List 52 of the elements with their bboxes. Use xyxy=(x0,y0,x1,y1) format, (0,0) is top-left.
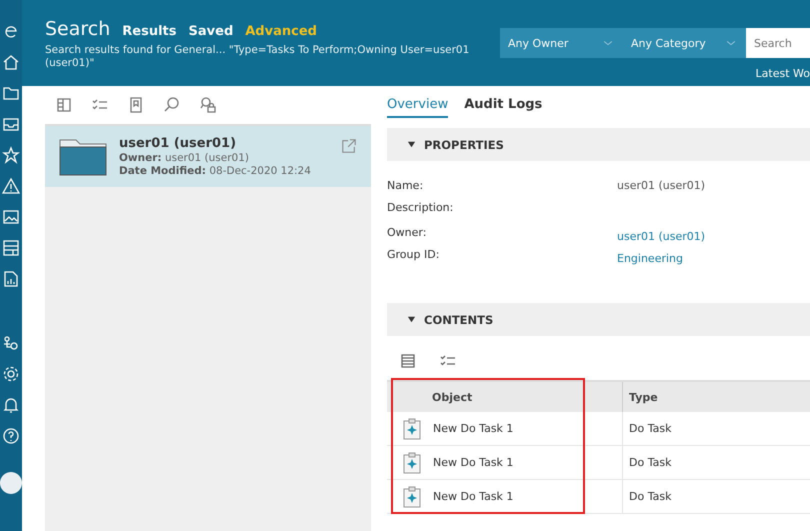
avatar[interactable] xyxy=(0,472,22,494)
property-label: Owner: xyxy=(387,226,428,238)
detail-tab[interactable]: Audit Logs xyxy=(464,92,542,118)
search-icon[interactable] xyxy=(163,96,181,114)
caret-down-icon xyxy=(407,140,416,149)
list-view-icon[interactable] xyxy=(399,352,417,370)
column-header[interactable]: Object xyxy=(387,382,622,412)
section-header[interactable]: CONTENTS xyxy=(387,303,810,336)
settings-icon[interactable] xyxy=(2,365,20,383)
warning-icon[interactable] xyxy=(2,177,20,195)
task-clipboard-icon xyxy=(403,486,421,508)
locked-search-icon[interactable] xyxy=(199,96,217,114)
filter-dropdown[interactable]: Any Category xyxy=(623,28,746,58)
type-cell: Do Task xyxy=(622,480,810,514)
network-icon[interactable] xyxy=(2,334,20,352)
task-clipboard-icon xyxy=(403,452,421,474)
type-cell: Do Task xyxy=(622,412,810,446)
date-line: Date Modified: 08-Dec-2020 12:24 xyxy=(119,165,311,177)
home-icon[interactable] xyxy=(2,53,20,71)
star-icon[interactable] xyxy=(2,146,20,164)
share-icon[interactable] xyxy=(341,138,357,154)
help-icon[interactable] xyxy=(2,427,20,445)
object-name[interactable]: New Do Task 1 xyxy=(433,422,514,435)
property-link[interactable]: Engineering xyxy=(617,252,810,265)
bell-icon[interactable] xyxy=(2,396,20,414)
filter-dropdown[interactable]: Any Owner xyxy=(500,28,623,58)
search-summary: Search results found for General... "Type=Tasks To Perform;Owning User=user01 (user01)" xyxy=(45,44,470,70)
latest-link[interactable]: Latest Wo xyxy=(756,67,810,80)
property-link[interactable]: user01 (user01) xyxy=(617,230,810,243)
panel-layout-icon[interactable] xyxy=(55,96,73,114)
object-name[interactable]: New Do Task 1 xyxy=(433,456,514,469)
image-icon[interactable] xyxy=(2,208,20,226)
chart-document-icon[interactable] xyxy=(2,270,20,288)
property-label: Name: xyxy=(387,178,424,192)
section-header[interactable]: PROPERTIES xyxy=(387,128,810,161)
property-label: Group ID: xyxy=(387,248,440,260)
task-clipboard-icon xyxy=(403,418,421,440)
type-cell: Do Task xyxy=(622,446,810,480)
caret-down-icon xyxy=(407,315,416,324)
search-tab[interactable]: Saved xyxy=(188,24,234,39)
property-label: Description: xyxy=(387,200,454,214)
property-value: user01 (user01) xyxy=(617,178,706,192)
object-name[interactable]: New Do Task 1 xyxy=(433,490,514,503)
search-field[interactable]: Search xyxy=(746,28,810,58)
page-title: Search xyxy=(45,18,110,40)
result-card[interactable]: user01 (user01) Owner: user01 (user01) Date Modified: 08-Dec-2020 12:24 xyxy=(45,126,371,187)
column-header[interactable]: Type xyxy=(622,382,810,412)
board-icon[interactable] xyxy=(2,239,20,257)
owner-line: Owner: user01 (user01) xyxy=(119,152,250,164)
detail-tab[interactable]: Overview xyxy=(387,92,448,118)
search-tab[interactable]: Results xyxy=(122,24,177,39)
result-title: user01 (user01) xyxy=(119,136,238,151)
